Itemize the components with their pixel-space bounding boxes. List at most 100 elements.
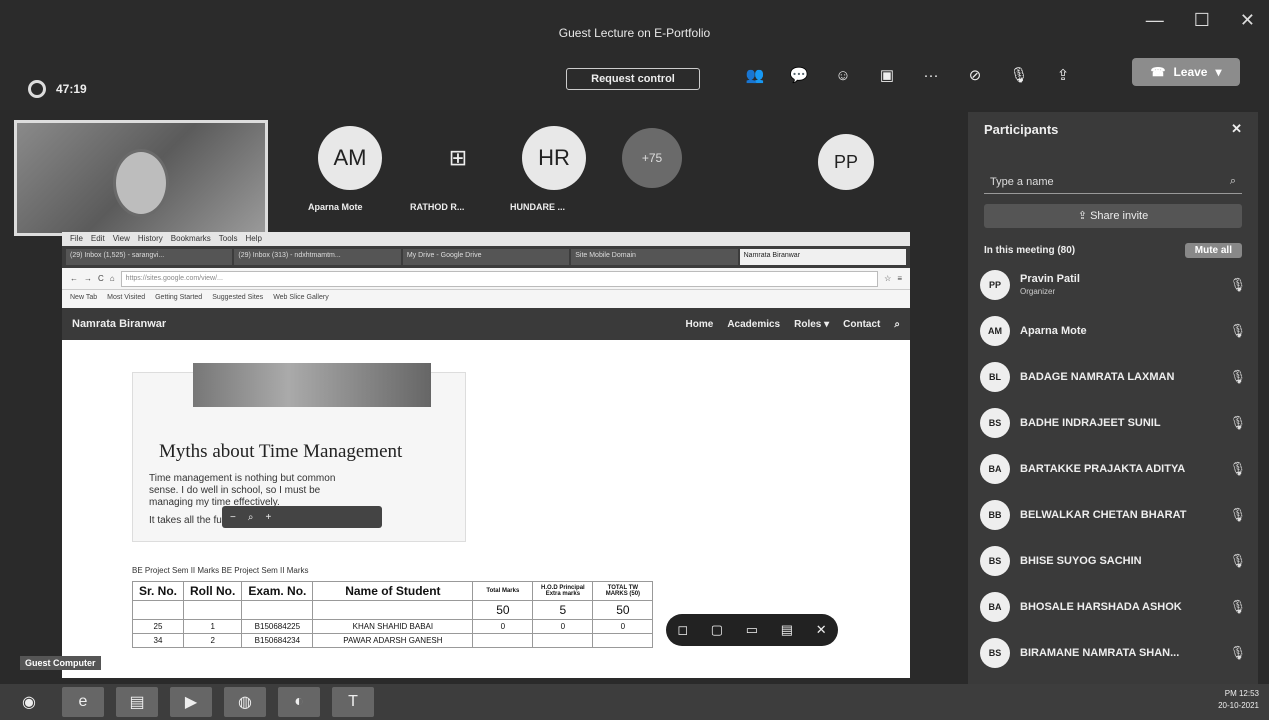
ie-icon[interactable]: e [62, 687, 104, 717]
menu-item[interactable]: Edit [91, 232, 105, 246]
menu-item[interactable]: History [138, 232, 163, 246]
people-icon[interactable]: 👥 [740, 62, 770, 88]
menu-item[interactable]: File [70, 232, 83, 246]
fit-icon[interactable]: ◻ [677, 622, 688, 638]
share-icon[interactable]: ⇪ [1048, 62, 1078, 88]
avatar: PP [980, 270, 1010, 300]
browser-tab[interactable]: (29) Inbox (313) - ndxhtmamtm... [234, 249, 401, 265]
bookmark-item[interactable]: Most Visited [107, 294, 145, 304]
file-explorer-icon[interactable]: ▤ [116, 687, 158, 717]
bookmark-item[interactable]: Suggested Sites [212, 294, 263, 304]
reactions-icon[interactable]: ☺ [828, 62, 858, 88]
list-item[interactable]: BS BIRAMANE NAMRATA SHAN... 🎙 [968, 630, 1258, 676]
zoom-in-icon[interactable]: + [265, 512, 271, 523]
table-cell: 34 [131, 633, 185, 648]
nav-roles[interactable]: Roles ▾ [794, 319, 829, 330]
minimize-button[interactable]: — [1146, 10, 1164, 31]
menu-item[interactable]: Tools [219, 232, 238, 246]
avatar[interactable]: PP [818, 134, 874, 190]
in-meeting-label[interactable]: In this meeting (80) [984, 245, 1075, 256]
search-input[interactable]: Type a name [990, 176, 1054, 188]
camera-off-icon[interactable]: ⊘ [960, 62, 990, 88]
teams-icon[interactable]: T [332, 687, 374, 717]
list-item[interactable]: BB BELWALKAR CHETAN BHARAT 🎙 [968, 492, 1258, 538]
table-cell: 1 [183, 619, 243, 634]
home-icon[interactable]: ⌂ [110, 274, 115, 283]
maximize-button[interactable]: ☐ [1194, 10, 1210, 31]
mic-off-icon[interactable]: 🎙 [1004, 62, 1034, 88]
bookmark-item[interactable]: Getting Started [155, 294, 202, 304]
close-icon[interactable]: ✕ [1231, 121, 1242, 137]
more-icon[interactable]: ··· [916, 62, 946, 88]
search-icon[interactable]: ⌕ [894, 319, 900, 330]
clock-time: PM 12:53 [1224, 689, 1259, 698]
close-button[interactable]: ✕ [1240, 10, 1255, 31]
close-icon[interactable]: ✕ [816, 622, 827, 638]
table-header-row: Sr. No. Roll No. Exam. No. Name of Stude… [131, 581, 654, 601]
screen-share-float-bar: ◻ ▢ ▭ ▤ ✕ [666, 614, 838, 646]
view-icon[interactable]: ▣ [872, 62, 902, 88]
nav-contact[interactable]: Contact [843, 319, 880, 330]
chevron-down-icon[interactable]: ▾ [1215, 65, 1221, 79]
share-invite-label: Share invite [1090, 210, 1149, 222]
start-button[interactable]: ◉ [8, 687, 50, 717]
mic-off-icon: 🎙 [1229, 553, 1246, 568]
more-participants[interactable]: +75 [622, 128, 682, 188]
mute-all-button[interactable]: Mute all [1184, 242, 1242, 258]
url-input[interactable]: https://sites.google.com/view/... [120, 270, 879, 287]
list-item[interactable]: PP Pravin Patil Organizer 🎙 [968, 262, 1258, 308]
browser-tab[interactable]: My Drive - Google Drive [402, 249, 570, 265]
browser-menubar: File Edit View History Bookmarks Tools H… [62, 232, 910, 246]
table-cell: 5 [532, 600, 594, 620]
nav-academics[interactable]: Academics [727, 319, 780, 330]
menu-item[interactable]: Bookmarks [171, 232, 211, 246]
browser-tab[interactable]: Site Mobile Domain [571, 249, 738, 265]
menu-item[interactable]: View [113, 232, 130, 246]
slide-zoom-bar: − ⌕ + [222, 506, 382, 528]
leave-button[interactable]: ☎ Leave ▾ [1132, 58, 1240, 86]
window-icon[interactable]: ▢ [711, 622, 723, 638]
nav-home[interactable]: Home [686, 319, 714, 330]
firefox-icon[interactable]: ◐ [278, 687, 320, 717]
avatar[interactable]: HR [522, 126, 586, 190]
meeting-toolbar: 👥 💬 ☺ ▣ ··· ⊘ 🎙 ⇪ [740, 62, 1078, 88]
list-item[interactable]: AM Aparna Mote 🎙 [968, 308, 1258, 354]
mic-off-icon: 🎙 [1229, 323, 1246, 338]
avatar[interactable]: ⊞ [426, 126, 490, 190]
participant-search[interactable]: Type a name ⌕ [984, 170, 1242, 194]
menu-item[interactable]: Help [245, 232, 261, 246]
share-invite-button[interactable]: ⇪ Share invite [984, 204, 1242, 228]
table-row: 25 1 B150684225 KHAN SHAHID BABAI 0 0 0 [131, 619, 654, 634]
bookmark-item[interactable]: New Tab [70, 294, 97, 304]
list-item[interactable]: BA BARTAKKE PRAJAKTA ADITYA 🎙 [968, 446, 1258, 492]
screen-icon[interactable]: ▭ [746, 622, 758, 638]
list-item[interactable]: BS BHISE SUYOG SACHIN 🎙 [968, 538, 1258, 584]
request-control-button[interactable]: Request control [566, 68, 700, 90]
list-item[interactable]: BS BADHE INDRAJEET SUNIL 🎙 [968, 400, 1258, 446]
back-icon[interactable]: ← [70, 274, 78, 283]
forward-icon[interactable]: → [84, 274, 92, 283]
avatar[interactable]: AM [318, 126, 382, 190]
column-header: Total Marks [472, 581, 534, 601]
reload-icon[interactable]: C [98, 274, 104, 283]
phone-icon: ☎ [1150, 65, 1166, 79]
slide-title: Myths about Time Management [159, 441, 403, 462]
browser-tab[interactable]: (29) Inbox (1,525) - sarangvi... [66, 249, 233, 265]
browser-tab-active[interactable]: Namrata Biranwar [739, 249, 907, 265]
chrome-icon[interactable]: ◍ [224, 687, 266, 717]
menu-icon[interactable]: ≡ [897, 274, 902, 283]
site-logo[interactable]: Namrata Biranwar [72, 318, 672, 330]
avatar: BB [980, 500, 1010, 530]
list-item[interactable]: BA BHOSALE HARSHADA ASHOK 🎙 [968, 584, 1258, 630]
bookmark-star-icon[interactable]: ☆ [884, 274, 891, 283]
chat-icon[interactable]: 💬 [784, 62, 814, 88]
zoom-out-icon[interactable]: − [230, 512, 236, 523]
bookmark-item[interactable]: Web Slice Gallery [273, 294, 329, 304]
list-item[interactable]: BL BADAGE NAMRATA LAXMAN 🎙 [968, 354, 1258, 400]
participant-name: BELWALKAR CHETAN BHARAT [1020, 509, 1187, 521]
share-invite-icon: ⇪ [1077, 210, 1088, 222]
zoom-search-icon[interactable]: ⌕ [248, 512, 254, 523]
column-header: Roll No. [183, 581, 243, 601]
media-player-icon[interactable]: ▶ [170, 687, 212, 717]
comment-icon[interactable]: ▤ [781, 622, 793, 638]
